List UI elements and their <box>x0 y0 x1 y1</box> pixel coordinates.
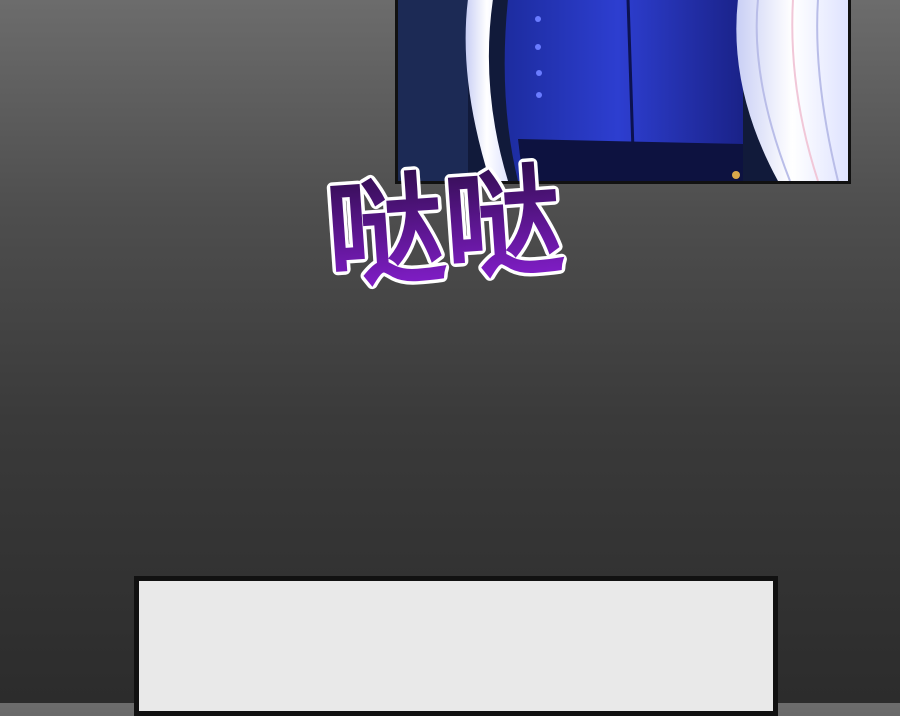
manga-panel-bottom <box>134 576 778 716</box>
sound-effect-text: 哒哒 <box>322 151 567 300</box>
coat-button <box>535 44 541 50</box>
coat-gold-button <box>732 171 740 179</box>
coat-button <box>536 92 542 98</box>
coat-button <box>536 70 542 76</box>
coat-button <box>535 16 541 22</box>
sound-effect: 哒哒 <box>322 147 571 300</box>
